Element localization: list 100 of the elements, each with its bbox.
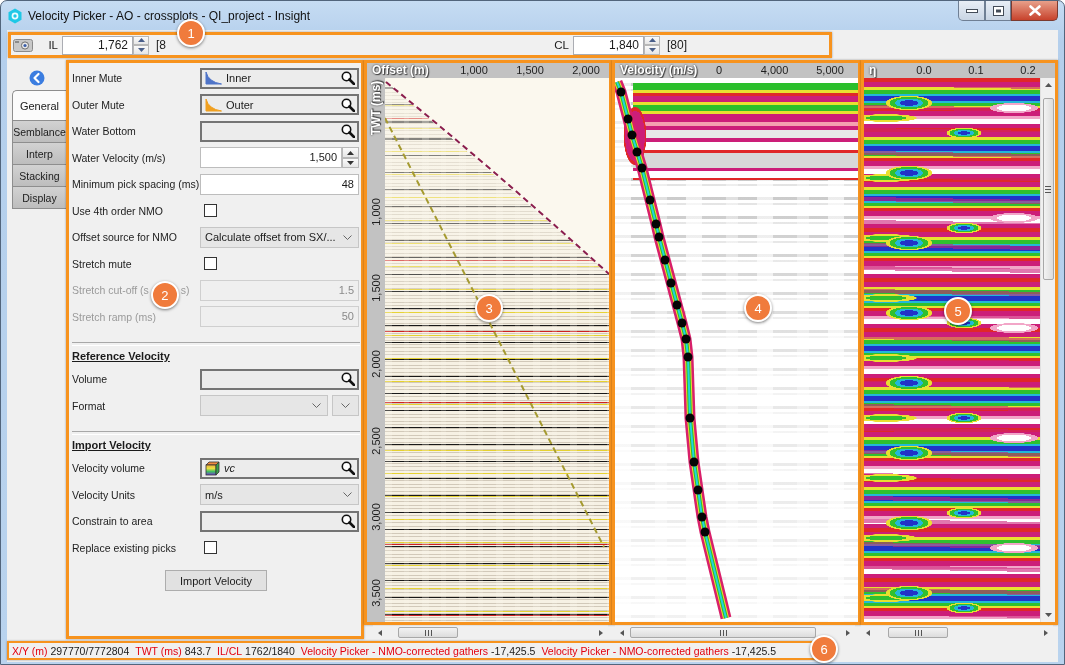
- pick-point[interactable]: [651, 219, 661, 229]
- maximize-button[interactable]: [985, 1, 1011, 21]
- checkbox[interactable]: [204, 257, 217, 271]
- vertical-scrollbar[interactable]: [1040, 78, 1055, 622]
- number-field[interactable]: 48: [200, 173, 359, 195]
- maximize-icon: [992, 5, 1004, 16]
- pick-point[interactable]: [683, 352, 693, 362]
- scroll-thumb[interactable]: [888, 627, 948, 638]
- line-number-field[interactable]: 1,840: [573, 35, 644, 55]
- chevron-down-icon: [341, 403, 350, 409]
- pick-point[interactable]: [666, 278, 676, 288]
- axis-title: η: [869, 63, 877, 78]
- pick-point[interactable]: [627, 130, 637, 140]
- field-label: Stretch ramp (ms): [72, 310, 156, 323]
- number-field[interactable]: 1,500: [200, 147, 342, 169]
- line-range: [80]: [667, 38, 687, 52]
- pick-point[interactable]: [689, 457, 699, 467]
- spin-down-button[interactable]: [133, 45, 149, 55]
- spin-up-button[interactable]: [133, 35, 149, 45]
- line-label: CL: [553, 39, 570, 51]
- field-label: Constrain to area: [72, 515, 153, 528]
- field-label: Minimum pick spacing (ms): [72, 178, 200, 191]
- spin-down-button[interactable]: [342, 157, 359, 169]
- axis-tick-label: 4,000: [760, 63, 789, 78]
- pick-point[interactable]: [645, 195, 655, 205]
- side-tab[interactable]: Stacking: [12, 164, 66, 187]
- search-icon[interactable]: [341, 514, 355, 529]
- camera-icon[interactable]: [13, 38, 33, 52]
- status-value: 297770/7772804: [50, 644, 130, 657]
- chevron-down-icon: [312, 403, 321, 409]
- down-triangle-icon: [648, 47, 656, 52]
- axis-tick-label: 0.2: [1020, 63, 1036, 78]
- pick-point[interactable]: [654, 232, 664, 242]
- pick-point[interactable]: [616, 87, 626, 97]
- import-button[interactable]: Import Velocity: [165, 570, 267, 591]
- minimize-icon: [965, 8, 978, 13]
- dropdown[interactable]: Calculate offset from SX/...: [200, 226, 359, 248]
- side-tab[interactable]: Display: [12, 186, 66, 209]
- picker-field[interactable]: Outer: [200, 94, 359, 116]
- axis-tick-label: 0.0: [916, 63, 932, 78]
- axis-tick-label: 5,000: [816, 63, 844, 78]
- spin-up-button[interactable]: [342, 147, 359, 158]
- grip-icon: [719, 629, 727, 636]
- axis-tick-label: 2,000: [572, 63, 600, 78]
- pick-point[interactable]: [685, 413, 695, 423]
- status-value: 843.7: [184, 644, 211, 657]
- pick-point[interactable]: [697, 512, 707, 522]
- pick-point[interactable]: [632, 147, 642, 157]
- field-label: Format: [72, 399, 106, 412]
- pick-point[interactable]: [677, 318, 687, 328]
- pick-point[interactable]: [623, 114, 633, 124]
- side-tab[interactable]: Semblance: [12, 120, 66, 143]
- line-number-field[interactable]: 1,762: [62, 35, 133, 55]
- minimize-button[interactable]: [958, 1, 985, 21]
- close-button[interactable]: [1011, 1, 1058, 21]
- pick-point[interactable]: [681, 334, 691, 344]
- status-value: 1762/1840: [245, 644, 295, 657]
- axis-tick-label: 0.1: [968, 63, 984, 78]
- grip-icon: [424, 629, 432, 636]
- picker-field[interactable]: vc: [200, 457, 359, 479]
- side-tab[interactable]: General: [12, 90, 66, 121]
- axis-title: Offset (m): [372, 63, 429, 78]
- search-icon[interactable]: [341, 71, 355, 86]
- checkbox[interactable]: [204, 204, 217, 218]
- spin-down-button[interactable]: [644, 45, 660, 55]
- chevron-down-icon: [343, 234, 352, 240]
- section-heading: Import Velocity: [72, 439, 151, 451]
- pick-point[interactable]: [637, 163, 647, 173]
- pick-point[interactable]: [693, 485, 703, 495]
- picker-field[interactable]: Inner: [200, 67, 359, 89]
- search-icon[interactable]: [341, 97, 355, 112]
- field-label: Offset source for NMO: [72, 231, 177, 244]
- scroll-thumb[interactable]: [398, 627, 458, 638]
- line-label: IL: [47, 39, 59, 51]
- up-triangle-icon: [347, 150, 354, 155]
- picker-field[interactable]: [200, 510, 359, 532]
- cube-icon: [205, 460, 220, 476]
- picker-field[interactable]: [200, 120, 359, 142]
- field-label: s): [180, 284, 190, 297]
- callout-marker: 2: [150, 281, 179, 310]
- scroll-thumb[interactable]: [1042, 98, 1054, 280]
- field-label: Stretch cut-off (s: [72, 284, 149, 297]
- checkbox[interactable]: [204, 541, 217, 555]
- spin-up-button[interactable]: [644, 35, 660, 45]
- scroll-thumb[interactable]: [630, 627, 816, 638]
- down-triangle-icon: [347, 161, 354, 165]
- field-label: Volume: [72, 373, 108, 386]
- picker-field[interactable]: [200, 368, 359, 390]
- axis-tick-label: 1,000: [460, 63, 488, 78]
- field-label: Stretch mute: [72, 257, 132, 270]
- dropdown[interactable]: m/s: [200, 484, 359, 506]
- pick-point[interactable]: [660, 255, 670, 265]
- axis-tick-label: 1,000: [369, 198, 383, 226]
- search-icon[interactable]: [341, 124, 355, 139]
- side-tab[interactable]: Interp: [12, 142, 66, 165]
- axis-tick-label: 3,000: [369, 503, 383, 531]
- pick-point[interactable]: [672, 300, 682, 310]
- search-icon[interactable]: [341, 461, 355, 476]
- search-icon[interactable]: [341, 372, 355, 387]
- pick-point[interactable]: [700, 527, 710, 537]
